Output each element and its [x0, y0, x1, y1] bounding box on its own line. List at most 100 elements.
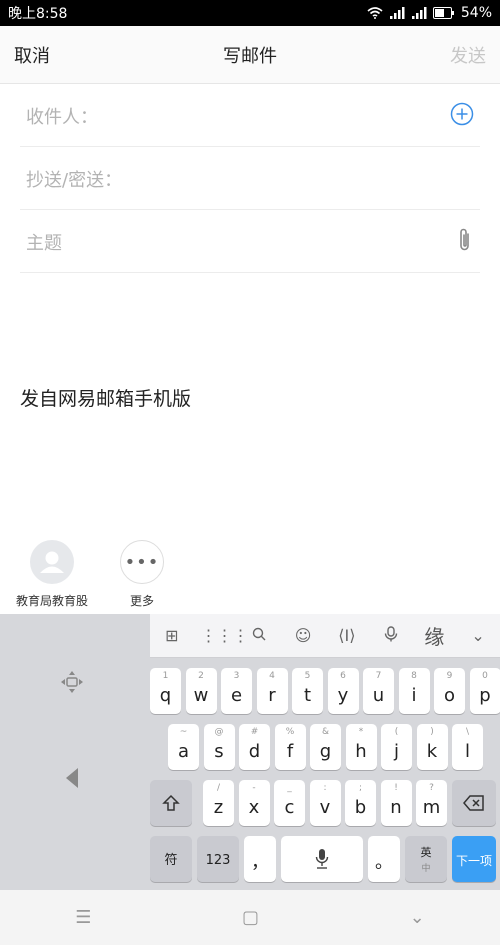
key-v[interactable]: :v [309, 780, 341, 826]
pinyin-candidate[interactable]: 缘 [419, 621, 449, 650]
wifi-icon [367, 7, 383, 19]
key-t[interactable]: 5t [292, 668, 323, 714]
key-w[interactable]: 2w [185, 668, 217, 714]
key-sublabel: 4 [269, 671, 275, 681]
key-n[interactable]: ! n [380, 780, 412, 826]
key-label: e [230, 685, 243, 706]
key-sublabel: \ [465, 727, 470, 737]
key-k[interactable]: ) k [416, 724, 448, 770]
cc-bcc-label: 抄送/密送： [26, 169, 123, 191]
comma-key[interactable]: ， [244, 836, 276, 882]
chevron-down-icon[interactable]: ⌄ [463, 626, 493, 645]
language-switch-key[interactable]: 英 中 [405, 836, 447, 882]
key-sublabel: ) [430, 727, 434, 737]
key-label: i [411, 685, 417, 706]
key-b[interactable]: ; b [345, 780, 376, 826]
key-q[interactable]: 1q [150, 668, 181, 714]
key-label: z [213, 797, 224, 818]
cursor-left-icon[interactable] [64, 766, 80, 790]
search-icon[interactable] [244, 626, 274, 645]
symbol-key[interactable]: 符 [150, 836, 192, 882]
key-sublabel: * [358, 727, 364, 737]
add-recipient-button[interactable] [450, 102, 474, 130]
period-key-label: 。 [375, 852, 393, 873]
key-sublabel: 2 [198, 671, 204, 681]
key-sublabel: 3 [233, 671, 240, 681]
subject-field[interactable]: 主题 [20, 211, 480, 273]
numbers-key-label: 123 [205, 853, 231, 868]
key-g[interactable]: & g [310, 724, 341, 770]
key-sublabel: ; [358, 783, 363, 793]
backspace-icon [463, 795, 484, 811]
key-label: b [354, 797, 367, 818]
contact-suggestion[interactable]: 教育局教育股 [10, 540, 94, 609]
key-e[interactable]: 3e [221, 668, 252, 714]
shift-key[interactable] [150, 780, 192, 826]
send-button[interactable]: 发送 [450, 42, 486, 68]
key-m[interactable]: ? m [416, 780, 447, 826]
key-i[interactable]: 8i [398, 668, 430, 714]
key-sublabel: 5 [304, 671, 311, 681]
key-d[interactable]: # d [239, 724, 270, 770]
keyboard-side-panel [0, 614, 148, 890]
space-key[interactable] [281, 836, 363, 882]
key-p[interactable]: 0p [469, 668, 500, 714]
status-bar: 晚上8:58 54% [0, 0, 500, 26]
more-icon: ••• [120, 540, 164, 584]
key-sublabel: @ [214, 727, 224, 737]
grid-icon[interactable]: ⊞ [157, 626, 187, 645]
key-c[interactable]: _ c [274, 780, 305, 826]
emoji-icon[interactable]: ☺ [288, 626, 318, 645]
cc-bcc-field[interactable]: 抄送/密送： [20, 148, 480, 210]
key-label: q [159, 685, 172, 706]
key-sublabel: 8 [411, 671, 417, 681]
microphone-icon[interactable] [376, 625, 406, 646]
key-label: y [337, 685, 349, 706]
keypad-icon[interactable]: ⋮⋮⋮ [201, 626, 249, 645]
keyboard-toolbar: ⊞ ⋮⋮⋮ ☺ ⟨I⟩ 缘 ⌄ [150, 614, 500, 658]
menu-icon[interactable]: ☰ [75, 907, 91, 928]
back-icon[interactable]: ⌄ [410, 907, 425, 928]
key-label: u [372, 685, 385, 706]
key-label: w [193, 685, 209, 706]
status-time: 晚上8:58 [8, 6, 68, 22]
key-f[interactable]: % f [274, 724, 306, 770]
key-label: x [248, 797, 260, 818]
key-sublabel: : [323, 783, 327, 793]
key-y[interactable]: 6y [327, 668, 359, 714]
key-a[interactable]: ~ a [168, 724, 199, 770]
key-label: r [268, 685, 276, 706]
language-key-sublabel: 中 [421, 864, 431, 874]
backspace-key[interactable] [452, 780, 496, 826]
key-label: t [303, 685, 312, 706]
home-icon[interactable]: ▢ [242, 907, 259, 928]
key-label: c [284, 797, 295, 818]
subject-placeholder: 主题 [26, 232, 62, 254]
key-h[interactable]: * h [345, 724, 377, 770]
key-x[interactable]: -x [238, 780, 270, 826]
period-key[interactable]: 。 [368, 836, 400, 882]
key-j[interactable]: (j [381, 724, 412, 770]
key-label: g [319, 741, 332, 762]
comma-key-label: ， [251, 852, 269, 873]
recipients-field[interactable]: 收件人： [20, 85, 480, 147]
cursor-move-icon[interactable] [58, 668, 86, 696]
key-s[interactable]: @ s [203, 724, 235, 770]
text-cursor-icon[interactable]: ⟨I⟩ [332, 626, 362, 645]
key-label: p [479, 685, 491, 706]
key-u[interactable]: 7u [363, 668, 394, 714]
next-field-key[interactable]: 下一项 [452, 836, 496, 882]
numbers-key[interactable]: 123 [197, 836, 239, 882]
attachment-button[interactable] [456, 227, 474, 257]
key-sublabel: # [250, 727, 259, 737]
more-label: 更多 [129, 594, 154, 608]
key-sublabel: ( [394, 727, 399, 737]
mail-body-signature[interactable]: 发自网易邮箱手机版 [20, 384, 191, 411]
key-label: d [248, 741, 261, 762]
key-z[interactable]: / z [203, 780, 234, 826]
key-label: j [393, 741, 399, 762]
more-contacts-button[interactable]: ••• 更多 [110, 540, 174, 609]
key-l[interactable]: \ l [452, 724, 483, 770]
key-r[interactable]: 4r [256, 668, 288, 714]
key-o[interactable]: 9o [434, 668, 465, 714]
